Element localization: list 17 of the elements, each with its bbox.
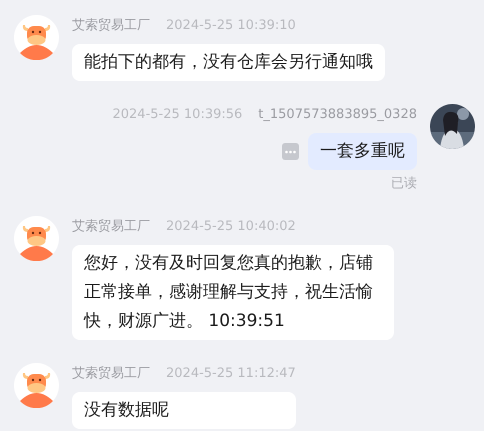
message-bubble: 您好，没有及时回复您真的抱歉，店铺正常接单，感谢理解与支持，祝生活愉快，财源广进。 10:39:51 <box>72 245 394 340</box>
message-bubble: 没有数据呢 <box>72 392 296 429</box>
bull-avatar-icon <box>14 363 59 408</box>
bull-avatar-icon <box>14 216 59 261</box>
sender-name: 艾索贸易工厂 <box>72 17 150 34</box>
sender-name: 艾索贸易工厂 <box>72 218 150 235</box>
bull-avatar-icon <box>14 15 59 60</box>
message-time: 2024-5-25 10:39:10 <box>166 18 296 32</box>
message-bubble: 能拍下的都有，没有仓库会另行通知哦 <box>72 44 385 81</box>
sender-name: 艾索贸易工厂 <box>72 365 150 382</box>
message-time: 2024-5-25 10:39:56 <box>112 106 242 122</box>
sender-name: t_1507573883895_0328 <box>258 106 417 122</box>
message-time: 2024-5-25 11:12:47 <box>166 366 296 380</box>
message-time: 2024-5-25 10:40:02 <box>166 218 296 234</box>
more-icon[interactable] <box>282 143 299 160</box>
read-status: 已读 <box>391 175 417 192</box>
message-bubble: 一套多重呢 <box>308 133 417 170</box>
